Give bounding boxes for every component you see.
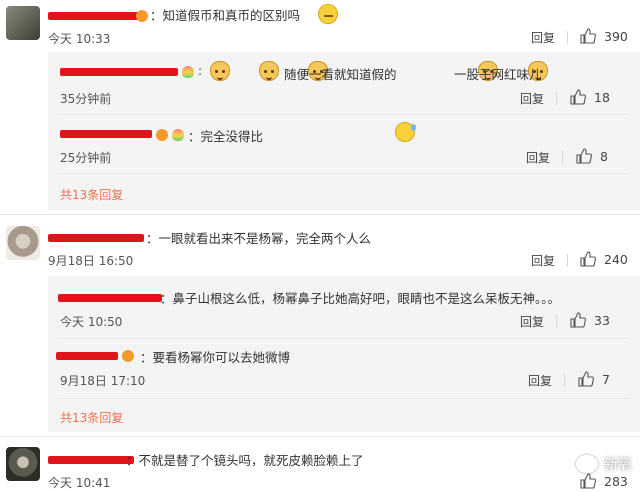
divider bbox=[567, 254, 568, 267]
like-button[interactable]: 390 bbox=[580, 28, 628, 44]
comment-text: ：知道假币和真币的区别吗 bbox=[150, 8, 301, 23]
divider bbox=[567, 31, 568, 44]
vip-badge bbox=[136, 8, 148, 23]
thumbs-up-icon bbox=[580, 28, 596, 44]
vip-badge bbox=[156, 127, 168, 142]
redacted-username bbox=[60, 68, 178, 76]
redacted-username bbox=[58, 294, 162, 302]
reply-button[interactable]: 回复 bbox=[531, 29, 555, 46]
smile-emoji-icon bbox=[318, 4, 338, 24]
wechat-icon bbox=[576, 455, 598, 473]
divider bbox=[562, 151, 563, 164]
like-button[interactable]: 283 bbox=[580, 473, 628, 489]
vip-badge bbox=[122, 348, 134, 363]
divider bbox=[564, 374, 565, 387]
reply-button[interactable]: 回复 bbox=[520, 313, 544, 330]
redacted-username bbox=[60, 130, 152, 138]
like-count: 283 bbox=[604, 473, 628, 489]
redacted-username bbox=[48, 456, 134, 464]
redacted-username bbox=[48, 12, 146, 20]
thumbs-up-icon bbox=[578, 371, 594, 387]
divider bbox=[60, 173, 628, 174]
like-button[interactable]: 7 bbox=[578, 371, 610, 387]
reply-text: 随便一看就知道假的 bbox=[284, 67, 397, 82]
like-count: 33 bbox=[594, 312, 610, 328]
reply-time: 9月18日 17:10 bbox=[60, 374, 146, 388]
like-count: 390 bbox=[604, 28, 628, 44]
like-button[interactable]: 33 bbox=[570, 312, 610, 328]
comment-time: 9月18日 16:50 bbox=[48, 254, 134, 268]
like-count: 7 bbox=[602, 371, 610, 387]
reply-text: ：完全没得比 bbox=[188, 129, 264, 144]
divider bbox=[0, 214, 640, 215]
balloon-badge-icon bbox=[182, 64, 194, 79]
reply-thread: : 随便一看就知道假的 一股子网红味儿 35分钟前 回复 18 ：完全没得比 2… bbox=[48, 52, 640, 210]
thumbs-up-icon bbox=[580, 251, 596, 267]
reply-text: ：鼻子山根这么低，杨幂鼻子比她高好吧，眼睛也不是这么呆板无神。。。 bbox=[160, 291, 561, 306]
reply-time: 今天 10:50 bbox=[60, 315, 123, 329]
like-button[interactable]: 240 bbox=[580, 251, 628, 267]
divider bbox=[60, 114, 628, 115]
reply-text: 一股子网红味儿 bbox=[454, 67, 542, 82]
comment-time: 今天 10:33 bbox=[48, 32, 111, 46]
like-count: 18 bbox=[594, 89, 610, 105]
thumbs-up-icon bbox=[570, 312, 586, 328]
divider bbox=[556, 92, 557, 105]
divider bbox=[0, 436, 640, 437]
reply-button[interactable]: 回复 bbox=[531, 252, 555, 269]
comment-time: 今天 10:41 bbox=[48, 476, 111, 490]
divider bbox=[60, 398, 628, 399]
more-replies-link[interactable]: 共13条回复 bbox=[60, 186, 123, 203]
redacted-username bbox=[48, 234, 144, 242]
like-count: 8 bbox=[600, 148, 608, 164]
more-replies-link[interactable]: 共13条回复 bbox=[60, 409, 123, 426]
reply-text: ：要看杨幂你可以去她微博 bbox=[140, 350, 291, 365]
reply-thread: ：鼻子山根这么低，杨幂鼻子比她高好吧，眼睛也不是这么呆板无神。。。 今天 10:… bbox=[48, 276, 640, 432]
cat-emoji-icon bbox=[259, 61, 280, 81]
like-button[interactable]: 18 bbox=[570, 89, 610, 105]
reply-button[interactable]: 回复 bbox=[520, 90, 544, 107]
thumbs-up-icon bbox=[580, 473, 596, 489]
comment-text: ：不就是替了个镜头吗，就死皮赖脸赖上了 bbox=[126, 453, 364, 468]
like-button[interactable]: 8 bbox=[576, 148, 608, 164]
avatar[interactable] bbox=[6, 447, 40, 481]
like-count: 240 bbox=[604, 251, 628, 267]
thumbs-up-icon bbox=[576, 148, 592, 164]
watermark: 新氧 bbox=[576, 454, 632, 474]
balloon-badge-icon bbox=[172, 127, 184, 142]
divider bbox=[60, 338, 628, 339]
reply-button[interactable]: 回复 bbox=[526, 149, 550, 166]
comment-text: ：一眼就看出来不是杨幂，完全两个人么 bbox=[146, 231, 372, 246]
avatar[interactable] bbox=[6, 6, 40, 40]
watermark-text: 新氧 bbox=[604, 457, 632, 473]
cat-emoji-icon bbox=[210, 61, 230, 81]
reply-time: 35分钟前 bbox=[60, 92, 112, 106]
redacted-username bbox=[56, 352, 118, 360]
reply-time: 25分钟前 bbox=[60, 151, 112, 165]
divider bbox=[556, 315, 557, 328]
avatar[interactable] bbox=[6, 226, 40, 260]
thumbs-up-icon bbox=[570, 89, 586, 105]
reply-button[interactable]: 回复 bbox=[528, 372, 552, 389]
sweat-emoji-icon bbox=[394, 122, 416, 142]
